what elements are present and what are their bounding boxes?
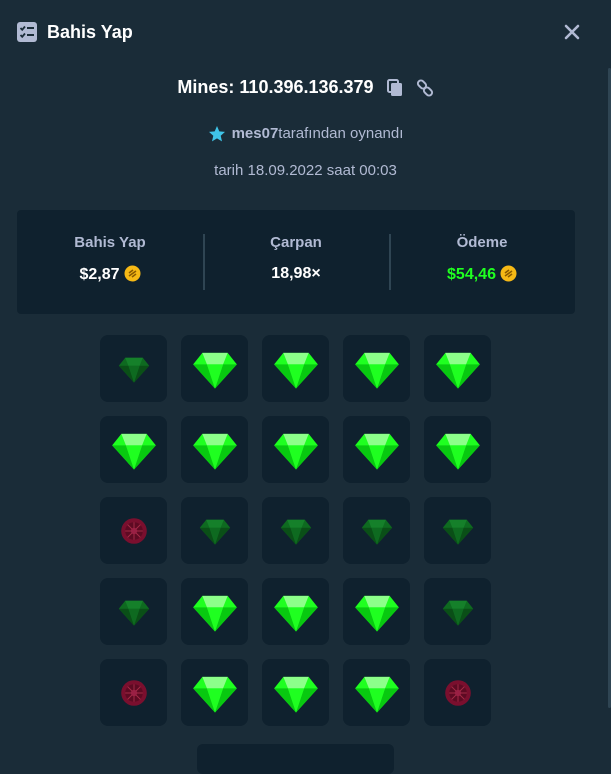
mine-tile[interactable] bbox=[100, 416, 167, 483]
mine-tile[interactable] bbox=[424, 335, 491, 402]
vip-star-icon bbox=[208, 126, 225, 142]
gem-dim-icon bbox=[280, 519, 311, 545]
time-prefix: saat bbox=[326, 162, 356, 179]
modal-title: Bahis Yap bbox=[47, 22, 133, 42]
mine-tile[interactable] bbox=[262, 659, 329, 726]
gem-dim-icon bbox=[361, 519, 392, 545]
bottom-action-button[interactable] bbox=[197, 744, 394, 774]
gem-icon bbox=[192, 352, 237, 389]
payout-value: $54,46 bbox=[447, 266, 496, 283]
multiplier-value: 18,98× bbox=[271, 265, 321, 282]
time-value: 00:03 bbox=[359, 162, 397, 179]
mine-tile[interactable] bbox=[343, 578, 410, 645]
copy-icon[interactable] bbox=[386, 79, 403, 97]
gem-icon bbox=[354, 352, 399, 389]
gem-icon bbox=[192, 433, 237, 470]
mine-tile[interactable] bbox=[262, 335, 329, 402]
mine-tile[interactable] bbox=[100, 578, 167, 645]
gem-dim-icon bbox=[442, 519, 473, 545]
mine-tile[interactable] bbox=[424, 416, 491, 483]
coin-icon bbox=[500, 265, 517, 282]
bet-stats-panel: Bahis Yap $2,87 Çarpan 18,98× Ödeme $54,… bbox=[17, 210, 575, 314]
payout-stat: Ödeme $54,46 bbox=[389, 210, 575, 314]
mine-tile[interactable] bbox=[343, 335, 410, 402]
mine-tile[interactable] bbox=[181, 497, 248, 564]
close-icon[interactable] bbox=[560, 20, 584, 44]
mine-tile[interactable] bbox=[181, 659, 248, 726]
gem-dim-icon bbox=[199, 519, 230, 545]
mine-tile[interactable] bbox=[424, 497, 491, 564]
multiplier-label: Çarpan bbox=[270, 234, 322, 251]
played-by-line: mes07tarafından oynandı bbox=[0, 122, 611, 146]
gem-icon bbox=[435, 352, 480, 389]
mine-tile[interactable] bbox=[424, 578, 491, 645]
gem-icon bbox=[354, 433, 399, 470]
gem-icon bbox=[354, 595, 399, 632]
gem-dim-icon bbox=[442, 600, 473, 626]
gem-icon bbox=[354, 676, 399, 713]
gem-icon bbox=[192, 676, 237, 713]
mine-tile[interactable] bbox=[262, 416, 329, 483]
mine-tile[interactable] bbox=[181, 416, 248, 483]
mine-tile[interactable] bbox=[343, 416, 410, 483]
link-icon[interactable] bbox=[416, 79, 434, 97]
gem-icon bbox=[273, 595, 318, 632]
payout-label: Ödeme bbox=[456, 234, 508, 251]
game-id: Mines: 110.396.136.379 bbox=[177, 77, 374, 97]
mine-tile[interactable] bbox=[424, 659, 491, 726]
gem-icon bbox=[435, 433, 480, 470]
mine-tile[interactable] bbox=[343, 659, 410, 726]
multiplier-stat: Çarpan 18,98× bbox=[203, 210, 389, 314]
bet-value: $2,87 bbox=[79, 266, 120, 283]
mine-tile[interactable] bbox=[100, 335, 167, 402]
date-prefix: tarih bbox=[214, 162, 244, 179]
gem-icon bbox=[273, 676, 318, 713]
gem-icon bbox=[111, 433, 156, 470]
gem-icon bbox=[273, 352, 318, 389]
bet-label: Bahis Yap bbox=[74, 234, 146, 251]
mine-tile[interactable] bbox=[181, 335, 248, 402]
modal-header: Bahis Yap bbox=[0, 0, 611, 64]
date-value: 18.09.2022 bbox=[247, 162, 323, 179]
gem-icon bbox=[192, 595, 237, 632]
bet-amount: $2,87 bbox=[17, 265, 203, 284]
played-by-text: tarafından oynandı bbox=[278, 125, 404, 142]
mine-icon bbox=[120, 517, 147, 544]
mine-tile[interactable] bbox=[262, 578, 329, 645]
gem-icon bbox=[273, 433, 318, 470]
gem-dim-icon bbox=[118, 600, 149, 626]
mine-icon bbox=[444, 679, 471, 706]
mine-tile[interactable] bbox=[100, 659, 167, 726]
checklist-icon bbox=[17, 22, 37, 42]
payout-amount: $54,46 bbox=[389, 265, 575, 284]
game-id-line: Mines: 110.396.136.379 bbox=[0, 74, 611, 100]
mines-grid bbox=[100, 335, 491, 726]
mine-tile[interactable] bbox=[343, 497, 410, 564]
mine-tile[interactable] bbox=[181, 578, 248, 645]
mine-tile[interactable] bbox=[100, 497, 167, 564]
gem-dim-icon bbox=[118, 357, 149, 383]
date-line: tarih 18.09.2022 saat 00:03 bbox=[0, 159, 611, 183]
mine-icon bbox=[120, 679, 147, 706]
coin-icon bbox=[124, 265, 141, 282]
player-name[interactable]: mes07 bbox=[232, 125, 279, 142]
mine-tile[interactable] bbox=[262, 497, 329, 564]
bet-stat: Bahis Yap $2,87 bbox=[17, 210, 203, 314]
